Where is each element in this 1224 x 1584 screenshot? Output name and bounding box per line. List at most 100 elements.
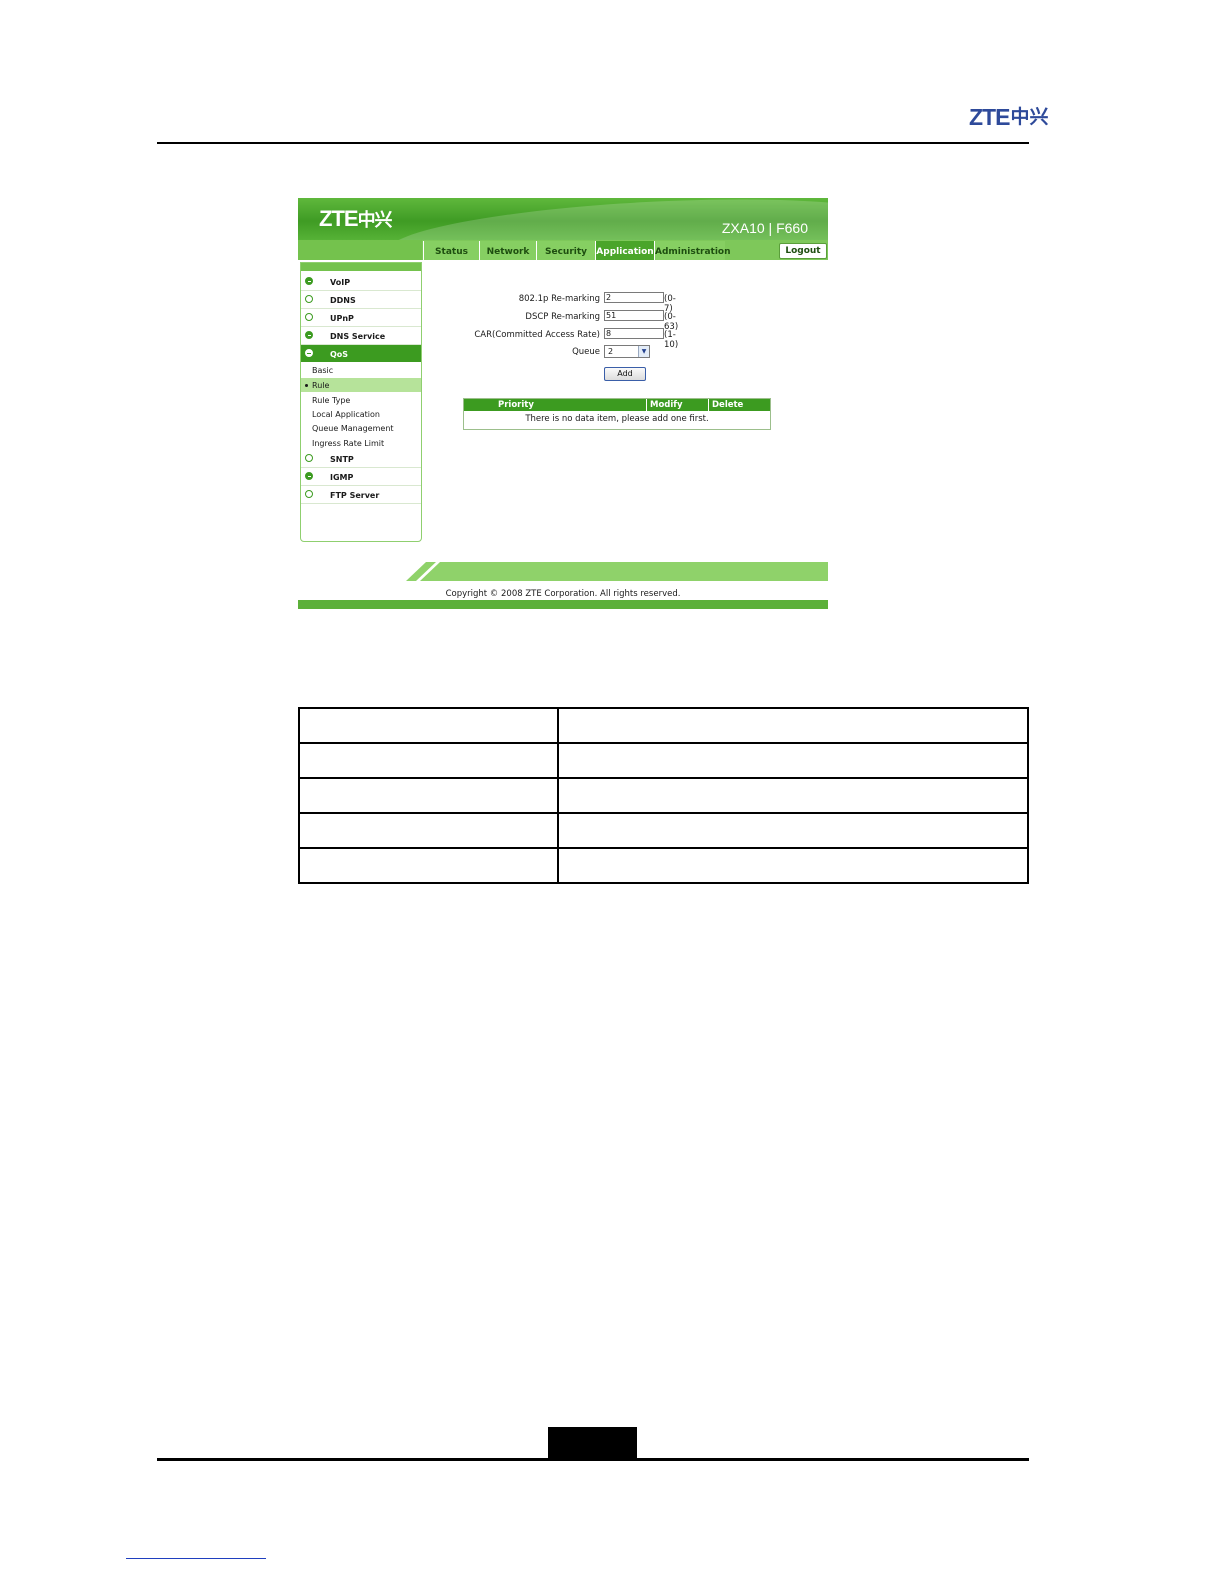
table-cell [557,777,1029,814]
dot1p-input[interactable]: 2 [604,292,664,303]
tab-status[interactable]: Status [423,241,479,260]
queue-select[interactable]: 2 ▼ [604,345,650,358]
copyright-text: Copyright © 2008 ZTE Corporation. All ri… [445,589,681,599]
header-rule [157,142,1029,144]
sidebar-item-label: UPnP [330,314,354,323]
dscp-range: (0-63) [664,312,679,332]
plus-circle-icon [305,277,313,285]
footer-link-underline [126,1558,266,1559]
table-cell [557,707,1029,744]
table-row [298,707,1029,744]
page-number-tab [548,1427,637,1459]
header-priority: Priority [498,400,534,410]
sidebar-subitem-queue-management[interactable]: Queue Management [301,421,421,435]
zte-document-logo: ZTE 中兴 [969,105,1048,129]
dot1p-range: (0-7) [664,294,676,314]
table-cell [298,812,559,849]
logout-button[interactable]: Logout [779,243,827,259]
sidebar-subitem-label: Rule Type [312,396,351,405]
table-cell [557,812,1029,849]
sidebar-item-upnp[interactable]: UPnP [301,309,421,327]
footer-rule [157,1458,1029,1461]
car-input[interactable]: 8 [604,328,664,339]
chevron-down-icon[interactable]: ▼ [638,346,649,357]
empty-table-message: There is no data item, please add one fi… [525,414,709,424]
sidebar-item-voip[interactable]: VoIP [301,273,421,291]
sidebar-subitem-rule-type[interactable]: Rule Type [301,393,421,407]
table-row [298,847,1029,884]
circle-icon [305,454,313,462]
tab-application[interactable]: Application [595,241,654,260]
add-button[interactable]: Add [604,367,646,381]
logo-cjk: 中兴 [1010,106,1049,128]
car-label: CAR(Committed Access Rate) [474,330,600,340]
header-separator [708,399,709,411]
footer-band [406,562,828,581]
sidebar-item-label: DNS Service [330,332,386,341]
sidebar-subitem-basic[interactable]: Basic [301,363,421,377]
sidebar: VoIP DDNS UPnP DNS Service QoS Basic Rul… [300,262,422,542]
router-brand-logo: ZTE中兴 [319,206,393,232]
plus-circle-icon [305,472,313,480]
sidebar-subitem-label: Basic [312,366,334,375]
router-brand-latin: ZTE [319,206,359,231]
nav-spacer [298,240,422,260]
sidebar-item-ftp-server[interactable]: FTP Server [301,486,421,504]
sidebar-item-label: SNTP [330,455,354,464]
tab-administration[interactable]: Administration [654,241,731,260]
sidebar-subitem-local-application[interactable]: Local Application [301,407,421,421]
minus-circle-icon [305,349,313,357]
sidebar-item-label: DDNS [330,296,356,305]
sidebar-top-band [301,263,421,271]
header-modify: Modify [650,400,683,410]
car-range: (1-10) [664,330,679,350]
sidebar-subitem-rule[interactable]: Rule [301,378,421,392]
sidebar-item-igmp[interactable]: IGMP [301,468,421,486]
router-model: ZXA10 | F660 [721,220,808,236]
rule-table: Priority Modify Delete There is no data … [463,398,771,430]
circle-icon [305,295,313,303]
header-delete: Delete [712,400,744,410]
sidebar-item-label: QoS [330,350,349,359]
table-row [298,742,1029,779]
sidebar-item-qos[interactable]: QoS [301,345,421,362]
sidebar-subitem-ingress-rate-limit[interactable]: Ingress Rate Limit [301,436,421,450]
sidebar-subitem-label: Ingress Rate Limit [312,439,385,448]
sidebar-item-label: IGMP [330,473,354,482]
dscp-label: DSCP Re-marking [525,312,600,322]
table-row [298,777,1029,814]
tab-network[interactable]: Network [479,241,536,260]
rule-table-header: Priority Modify Delete [464,399,770,411]
plus-circle-icon [305,331,313,339]
table-cell [298,707,559,744]
table-cell [298,777,559,814]
dot1p-label: 802.1p Re-marking [518,294,600,304]
table-cell [298,847,559,884]
circle-icon [305,490,313,498]
tab-security[interactable]: Security [536,241,595,260]
queue-select-value: 2 [608,347,614,356]
parameter-table [298,707,1029,884]
header-separator [646,399,647,411]
sidebar-item-dns-service[interactable]: DNS Service [301,327,421,345]
sidebar-subitem-label: Rule [312,381,330,390]
queue-label: Queue [572,347,600,357]
circle-icon [305,313,313,321]
sidebar-item-ddns[interactable]: DDNS [301,291,421,309]
sidebar-item-sntp[interactable]: SNTP [301,450,421,468]
top-nav: Status Network Security Application Admi… [298,240,828,260]
sidebar-item-label: FTP Server [330,491,380,500]
dscp-input[interactable]: 51 [604,310,664,321]
table-row [298,812,1029,849]
router-brand-cjk: 中兴 [357,210,393,231]
router-ui-screenshot: ZTE中兴 ZXA10 | F660 Status Network Securi… [298,198,828,609]
table-cell [298,742,559,779]
table-cell [557,847,1029,884]
router-banner: ZTE中兴 ZXA10 | F660 [298,198,828,240]
selected-bullet-icon [305,384,308,387]
sidebar-subitem-label: Local Application [312,410,380,419]
table-cell [557,742,1029,779]
sidebar-item-label: VoIP [330,278,351,287]
footer-strip [298,600,828,609]
sidebar-subitem-label: Queue Management [312,424,394,433]
